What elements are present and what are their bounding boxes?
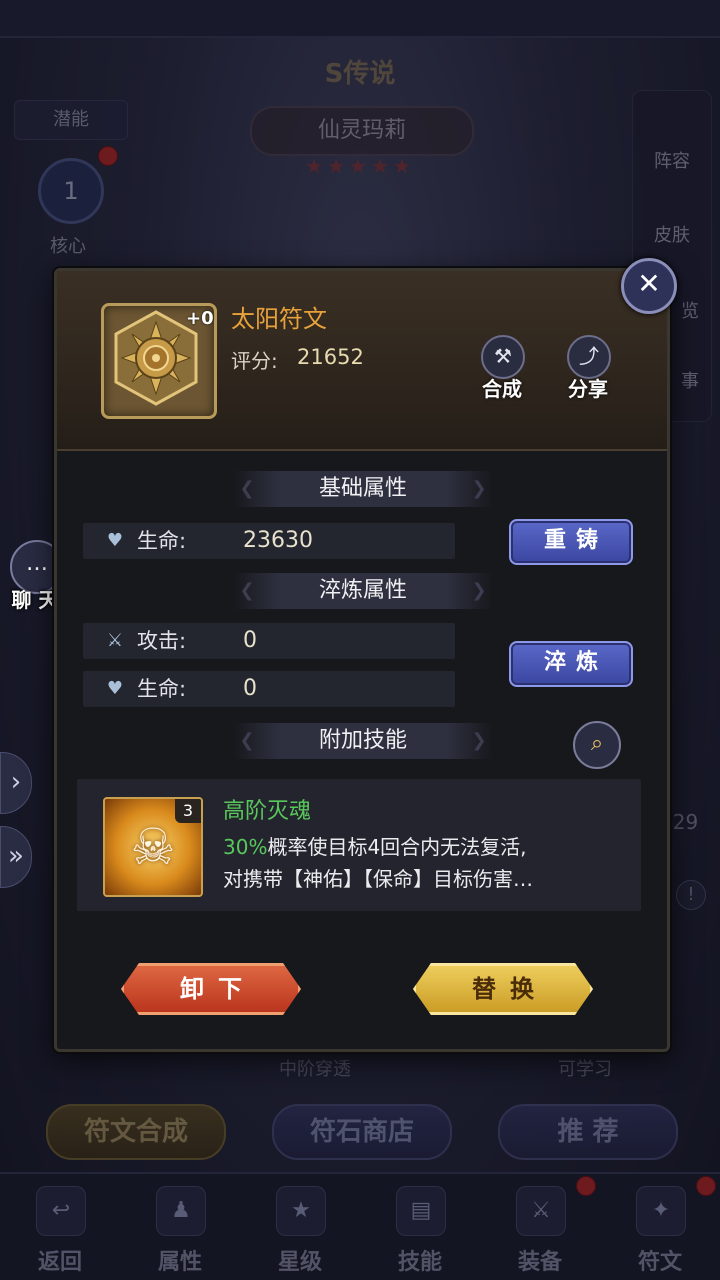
stat-name: 攻击: (137, 629, 187, 653)
skill-level-badge: 3 (175, 799, 201, 823)
reforge-button[interactable]: 重铸 (509, 519, 633, 565)
ornament-icon: ❯ (471, 580, 487, 601)
share-label: 分享 (568, 377, 608, 401)
ornament-icon: ❯ (471, 730, 487, 751)
ornament-icon: ❯ (471, 478, 487, 499)
skill-description-line-2: 对携带【神佑】【保命】目标伤害… (223, 867, 533, 891)
base-hp-row: ♥ 生命: 23630 (83, 523, 455, 559)
skill-name: 高阶灭魂 (223, 799, 312, 824)
heart-icon: ♥ (106, 678, 124, 699)
ornament-icon: ❮ (239, 478, 255, 499)
sun-rune-icon: +0 (101, 303, 217, 419)
extra-skill-title: ❮ 附加技能 ❯ (233, 723, 493, 759)
stat-value: 0 (243, 676, 257, 701)
skill-chance: 30% (223, 835, 268, 859)
refine-hp-row: ♥ 生命: 0 (83, 671, 455, 707)
magnifier-icon[interactable]: ⌕ (573, 721, 621, 769)
rune-detail-dialog: +0 太阳符文 评分: 21652 ⚒ 合成 ⤴ 分享 ❮ 基础属性 ❯ ♥ 生… (54, 268, 670, 1052)
ornament-icon: ❮ (239, 730, 255, 751)
skill-desc-text: 概率使目标4回合内无法复活, (267, 835, 527, 859)
skull-skill-icon: ☠ 3 (103, 797, 203, 897)
skill-description-line-1: 30%概率使目标4回合内无法复活, (223, 831, 527, 860)
sword-icon: ⚔ (106, 630, 124, 651)
section-title-text: 基础属性 (318, 476, 407, 501)
ornament-icon: ❮ (239, 580, 255, 601)
replace-button[interactable]: 替换 (413, 963, 593, 1015)
rune-enhance-level: +0 (186, 308, 214, 329)
skull-icon: ☠ (130, 818, 176, 876)
stat-value: 0 (243, 628, 257, 653)
section-title-text: 淬炼属性 (318, 578, 407, 603)
score-value: 21652 (297, 345, 364, 369)
stat-value: 23630 (243, 528, 313, 553)
skill-card[interactable]: ☠ 3 高阶灭魂 30%概率使目标4回合内无法复活, 对携带【神佑】【保命】目标… (77, 779, 641, 911)
compose-label: 合成 (482, 377, 522, 401)
base-attributes-title: ❮ 基础属性 ❯ (233, 471, 493, 507)
heart-icon: ♥ (106, 530, 124, 551)
section-title-text: 附加技能 (318, 728, 407, 753)
stat-name: 生命: (137, 677, 187, 701)
score-label: 评分: (231, 349, 278, 373)
stat-name: 生命: (137, 529, 187, 553)
unequip-button[interactable]: 卸下 (121, 963, 301, 1015)
compose-button[interactable]: ⚒ 合成 (467, 335, 537, 415)
dialog-header: +0 太阳符文 评分: 21652 ⚒ 合成 ⤴ 分享 (57, 271, 667, 451)
close-button[interactable]: ✕ (621, 258, 677, 314)
refine-attributes-title: ❮ 淬炼属性 ❯ (233, 573, 493, 609)
refine-button[interactable]: 淬炼 (509, 641, 633, 687)
rune-name: 太阳符文 (231, 305, 327, 333)
refine-attack-row: ⚔ 攻击: 0 (83, 623, 455, 659)
share-button[interactable]: ⤴ 分享 (553, 335, 623, 415)
